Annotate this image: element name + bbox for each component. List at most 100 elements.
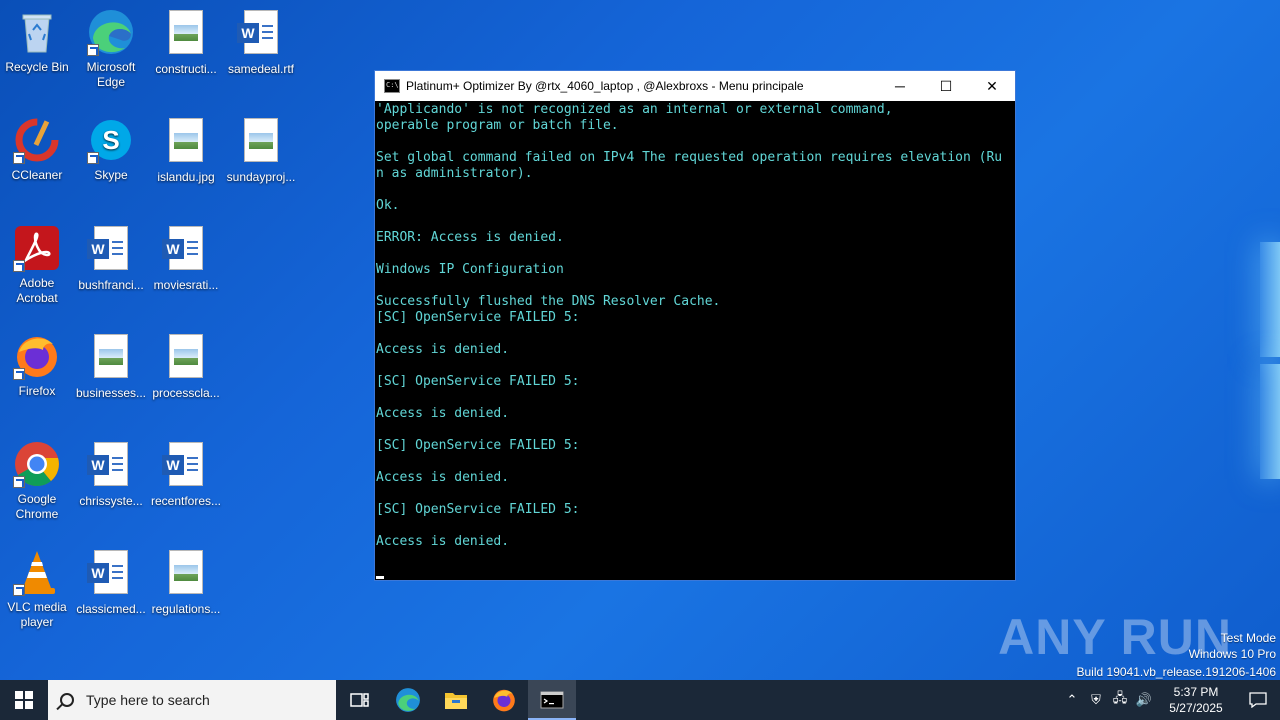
clock-date: 5/27/2025 [1169, 701, 1223, 715]
desktop-file-moviesrati[interactable]: W moviesrati... [150, 224, 222, 293]
image-file-icon [162, 550, 210, 598]
cmd-titlebar[interactable]: C:\ Platinum+ Optimizer By @rtx_4060_lap… [375, 71, 1015, 101]
icon-label: moviesrati... [153, 278, 219, 292]
word-document-icon: W [162, 226, 210, 274]
word-document-icon: W [237, 10, 285, 58]
desktop-file-classicmed[interactable]: W classicmed... [75, 548, 147, 617]
icon-label: sundayproj... [226, 170, 296, 184]
taskbar: Type here to search ⌃ ⛨ 🖧 🔊 5:37 PM 5/27… [0, 680, 1280, 720]
minimize-button[interactable]: ─ [877, 71, 923, 101]
desktop-icon-google-chrome[interactable]: Google Chrome [1, 440, 73, 522]
console-output[interactable]: 'Applicando' is not recognized as an int… [375, 102, 1015, 580]
desktop-file-processcla[interactable]: processcla... [150, 332, 222, 401]
search-icon [60, 693, 74, 707]
adobe-acrobat-icon [13, 224, 61, 272]
desktop-icon-skype[interactable]: S Skype [75, 116, 147, 183]
taskbar-file-explorer[interactable] [432, 680, 480, 720]
icon-label: recentfores... [150, 494, 222, 508]
watermark-test-mode: Test Mode [1220, 631, 1276, 645]
firefox-icon [13, 332, 61, 380]
skype-icon: S [87, 116, 135, 164]
task-view-button[interactable] [336, 680, 384, 720]
chrome-icon [13, 440, 61, 488]
desktop-file-businesses[interactable]: businesses... [75, 332, 147, 401]
icon-label: CCleaner [11, 168, 63, 182]
word-document-icon: W [87, 442, 135, 490]
icon-label: Google Chrome [15, 492, 59, 521]
ccleaner-icon [13, 116, 61, 164]
desktop-file-sundayproj[interactable]: sundayproj... [225, 116, 297, 185]
image-file-icon [237, 118, 285, 166]
icon-label: chrissyste... [79, 494, 143, 508]
security-icon[interactable]: ⛨ [1084, 692, 1108, 708]
desktop-file-islandu[interactable]: islandu.jpg [150, 116, 222, 185]
desktop-file-recentfores[interactable]: W recentfores... [150, 440, 222, 509]
desktop-icon-ccleaner[interactable]: CCleaner [1, 116, 73, 183]
system-tray: ⌃ ⛨ 🖧 🔊 5:37 PM 5/27/2025 [1060, 680, 1280, 720]
word-document-icon: W [87, 226, 135, 274]
icon-label: regulations... [151, 602, 221, 616]
word-document-icon: W [87, 550, 135, 598]
icon-label: bushfranci... [78, 278, 144, 292]
desktop-icon-microsoft-edge[interactable]: Microsoft Edge [75, 8, 147, 90]
start-button[interactable] [0, 680, 48, 720]
desktop-file-regulations[interactable]: regulations... [150, 548, 222, 617]
taskbar-search-box[interactable]: Type here to search [48, 680, 336, 720]
desktop-icon-vlc[interactable]: VLC media player [1, 548, 73, 630]
chevron-up-icon[interactable]: ⌃ [1060, 692, 1084, 708]
taskbar-firefox[interactable] [480, 680, 528, 720]
watermark-build: Build 19041.vb_release.191206-1406 [1076, 665, 1277, 679]
search-placeholder: Type here to search [86, 692, 210, 708]
taskbar-cmd[interactable] [528, 680, 576, 720]
icon-label: classicmed... [76, 602, 146, 616]
cmd-icon [540, 691, 564, 709]
edge-icon [87, 8, 135, 56]
desktop-file-constructi[interactable]: constructi... [150, 8, 222, 77]
image-file-icon [162, 334, 210, 382]
desktop-file-samedeal[interactable]: W samedeal.rtf [225, 8, 297, 77]
desktop-icon-recycle-bin[interactable]: Recycle Bin [1, 8, 73, 75]
window-title: Platinum+ Optimizer By @rtx_4060_laptop … [406, 79, 804, 93]
folder-icon [445, 693, 467, 709]
icon-label: VLC media player [7, 600, 67, 629]
volume-icon[interactable]: 🔊 [1132, 692, 1156, 708]
windows-start-icon [15, 691, 33, 709]
cmd-window[interactable]: C:\ Platinum+ Optimizer By @rtx_4060_lap… [374, 70, 1016, 581]
svg-text:S: S [102, 125, 119, 155]
clock[interactable]: 5:37 PM 5/27/2025 [1156, 684, 1236, 716]
icon-label: constructi... [155, 62, 217, 76]
desktop-icon-adobe-acrobat[interactable]: Adobe Acrobat [1, 224, 73, 306]
edge-icon [396, 688, 420, 712]
desktop-file-bushfranci[interactable]: W bushfranci... [75, 224, 147, 293]
windows-logo-wallpaper [1010, 230, 1280, 490]
taskbar-edge[interactable] [384, 680, 432, 720]
icon-label: samedeal.rtf [227, 62, 295, 76]
desktop-file-chrissyste[interactable]: W chrissyste... [75, 440, 147, 509]
notification-icon [1249, 692, 1267, 708]
image-file-icon [162, 10, 210, 58]
icon-label: businesses... [75, 386, 147, 400]
cmd-icon: C:\ [384, 79, 400, 93]
icon-label: Recycle Bin [5, 60, 69, 74]
image-file-icon [87, 334, 135, 382]
icon-label: Adobe Acrobat [16, 276, 58, 305]
close-button[interactable]: ✕ [969, 71, 1015, 101]
image-file-icon [162, 118, 210, 166]
notifications-button[interactable] [1236, 680, 1280, 720]
task-view-icon [350, 693, 369, 707]
network-icon[interactable]: 🖧 [1108, 689, 1132, 711]
icon-label: islandu.jpg [157, 170, 215, 184]
vlc-icon [13, 548, 61, 596]
icon-label: processcla... [152, 386, 220, 400]
firefox-icon [493, 689, 515, 712]
desktop-icon-firefox[interactable]: Firefox [1, 332, 73, 399]
console-cursor [376, 576, 384, 579]
clock-time: 5:37 PM [1173, 685, 1219, 699]
icon-label: Microsoft Edge [86, 60, 136, 89]
word-document-icon: W [162, 442, 210, 490]
maximize-button[interactable]: ☐ [923, 71, 969, 101]
icon-label: Firefox [18, 384, 56, 398]
recycle-bin-icon [13, 8, 61, 56]
icon-label: Skype [94, 168, 128, 182]
watermark-edition: Windows 10 Pro [1188, 647, 1276, 661]
